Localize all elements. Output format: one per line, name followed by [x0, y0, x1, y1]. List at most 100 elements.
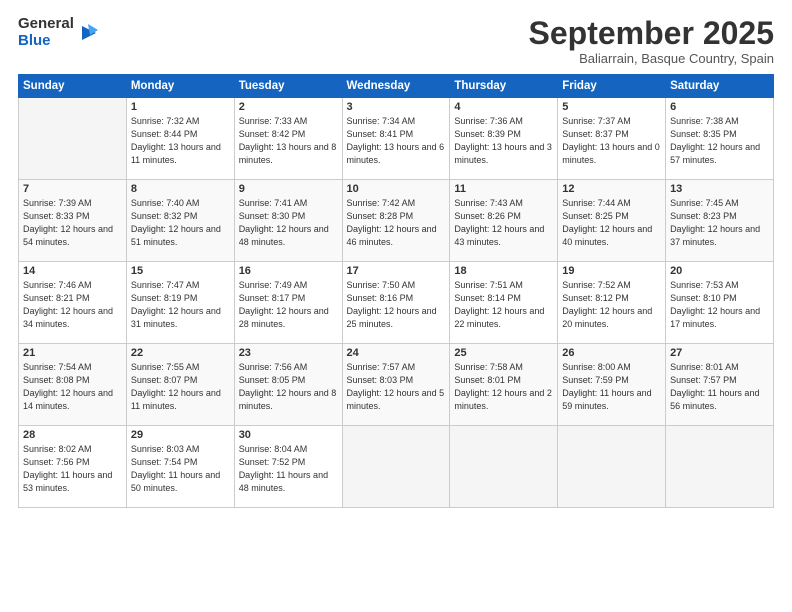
sunrise-text: Sunrise: 7:41 AM	[239, 197, 338, 210]
cell-content: Sunrise: 7:39 AM Sunset: 8:33 PM Dayligh…	[23, 197, 122, 249]
sunrise-text: Sunrise: 7:55 AM	[131, 361, 230, 374]
week-row-1: 1 Sunrise: 7:32 AM Sunset: 8:44 PM Dayli…	[19, 98, 774, 180]
table-cell: 12 Sunrise: 7:44 AM Sunset: 8:25 PM Dayl…	[558, 180, 666, 262]
daylight-text: Daylight: 12 hours and 57 minutes.	[670, 141, 769, 167]
table-cell	[450, 426, 558, 508]
day-number: 15	[131, 265, 230, 277]
day-number: 25	[454, 347, 553, 359]
sunrise-text: Sunrise: 7:57 AM	[347, 361, 446, 374]
logo-arrow-icon	[78, 22, 100, 44]
cell-content: Sunrise: 7:36 AM Sunset: 8:39 PM Dayligh…	[454, 115, 553, 167]
sunrise-text: Sunrise: 7:58 AM	[454, 361, 553, 374]
title-block: September 2025 Baliarrain, Basque Countr…	[529, 16, 774, 66]
sunrise-text: Sunrise: 8:03 AM	[131, 443, 230, 456]
day-number: 16	[239, 265, 338, 277]
day-number: 13	[670, 183, 769, 195]
sunrise-text: Sunrise: 7:33 AM	[239, 115, 338, 128]
daylight-text: Daylight: 12 hours and 37 minutes.	[670, 223, 769, 249]
sunrise-text: Sunrise: 7:56 AM	[239, 361, 338, 374]
week-row-5: 28 Sunrise: 8:02 AM Sunset: 7:56 PM Dayl…	[19, 426, 774, 508]
cell-content: Sunrise: 7:33 AM Sunset: 8:42 PM Dayligh…	[239, 115, 338, 167]
daylight-text: Daylight: 12 hours and 11 minutes.	[131, 387, 230, 413]
day-number: 4	[454, 101, 553, 113]
daylight-text: Daylight: 11 hours and 53 minutes.	[23, 469, 122, 495]
sunrise-text: Sunrise: 8:00 AM	[562, 361, 661, 374]
calendar-header: Sunday Monday Tuesday Wednesday Thursday…	[19, 75, 774, 98]
daylight-text: Daylight: 12 hours and 25 minutes.	[347, 305, 446, 331]
daylight-text: Daylight: 11 hours and 59 minutes.	[562, 387, 661, 413]
daylight-text: Daylight: 12 hours and 43 minutes.	[454, 223, 553, 249]
table-cell: 3 Sunrise: 7:34 AM Sunset: 8:41 PM Dayli…	[342, 98, 450, 180]
day-number: 22	[131, 347, 230, 359]
table-cell: 17 Sunrise: 7:50 AM Sunset: 8:16 PM Dayl…	[342, 262, 450, 344]
logo: General Blue	[18, 16, 100, 49]
daylight-text: Daylight: 12 hours and 46 minutes.	[347, 223, 446, 249]
header-tuesday: Tuesday	[234, 75, 342, 98]
day-number: 28	[23, 429, 122, 441]
cell-content: Sunrise: 7:47 AM Sunset: 8:19 PM Dayligh…	[131, 279, 230, 331]
daylight-text: Daylight: 12 hours and 14 minutes.	[23, 387, 122, 413]
sunset-text: Sunset: 8:16 PM	[347, 292, 446, 305]
sunset-text: Sunset: 8:07 PM	[131, 374, 230, 387]
sunset-text: Sunset: 8:03 PM	[347, 374, 446, 387]
day-number: 30	[239, 429, 338, 441]
cell-content: Sunrise: 7:53 AM Sunset: 8:10 PM Dayligh…	[670, 279, 769, 331]
daylight-text: Daylight: 12 hours and 8 minutes.	[239, 387, 338, 413]
week-row-3: 14 Sunrise: 7:46 AM Sunset: 8:21 PM Dayl…	[19, 262, 774, 344]
sunset-text: Sunset: 8:08 PM	[23, 374, 122, 387]
table-cell: 25 Sunrise: 7:58 AM Sunset: 8:01 PM Dayl…	[450, 344, 558, 426]
sunrise-text: Sunrise: 7:52 AM	[562, 279, 661, 292]
sunset-text: Sunset: 8:05 PM	[239, 374, 338, 387]
sunrise-text: Sunrise: 7:49 AM	[239, 279, 338, 292]
header-wednesday: Wednesday	[342, 75, 450, 98]
header-friday: Friday	[558, 75, 666, 98]
sunset-text: Sunset: 8:37 PM	[562, 128, 661, 141]
cell-content: Sunrise: 7:46 AM Sunset: 8:21 PM Dayligh…	[23, 279, 122, 331]
table-cell: 8 Sunrise: 7:40 AM Sunset: 8:32 PM Dayli…	[126, 180, 234, 262]
cell-content: Sunrise: 7:44 AM Sunset: 8:25 PM Dayligh…	[562, 197, 661, 249]
cell-content: Sunrise: 7:56 AM Sunset: 8:05 PM Dayligh…	[239, 361, 338, 413]
daylight-text: Daylight: 11 hours and 48 minutes.	[239, 469, 338, 495]
sunset-text: Sunset: 8:14 PM	[454, 292, 553, 305]
table-cell: 20 Sunrise: 7:53 AM Sunset: 8:10 PM Dayl…	[666, 262, 774, 344]
cell-content: Sunrise: 7:40 AM Sunset: 8:32 PM Dayligh…	[131, 197, 230, 249]
table-cell: 16 Sunrise: 7:49 AM Sunset: 8:17 PM Dayl…	[234, 262, 342, 344]
daylight-text: Daylight: 13 hours and 0 minutes.	[562, 141, 661, 167]
week-row-4: 21 Sunrise: 7:54 AM Sunset: 8:08 PM Dayl…	[19, 344, 774, 426]
table-cell: 5 Sunrise: 7:37 AM Sunset: 8:37 PM Dayli…	[558, 98, 666, 180]
day-number: 29	[131, 429, 230, 441]
sunset-text: Sunset: 8:41 PM	[347, 128, 446, 141]
cell-content: Sunrise: 7:41 AM Sunset: 8:30 PM Dayligh…	[239, 197, 338, 249]
cell-content: Sunrise: 7:42 AM Sunset: 8:28 PM Dayligh…	[347, 197, 446, 249]
sunrise-text: Sunrise: 7:46 AM	[23, 279, 122, 292]
sunrise-text: Sunrise: 7:44 AM	[562, 197, 661, 210]
sunrise-text: Sunrise: 7:54 AM	[23, 361, 122, 374]
sunset-text: Sunset: 8:44 PM	[131, 128, 230, 141]
sunset-text: Sunset: 8:19 PM	[131, 292, 230, 305]
day-number: 17	[347, 265, 446, 277]
day-number: 3	[347, 101, 446, 113]
cell-content: Sunrise: 7:49 AM Sunset: 8:17 PM Dayligh…	[239, 279, 338, 331]
cell-content: Sunrise: 7:34 AM Sunset: 8:41 PM Dayligh…	[347, 115, 446, 167]
location-subtitle: Baliarrain, Basque Country, Spain	[529, 51, 774, 66]
cell-content: Sunrise: 8:01 AM Sunset: 7:57 PM Dayligh…	[670, 361, 769, 413]
sunset-text: Sunset: 8:23 PM	[670, 210, 769, 223]
sunrise-text: Sunrise: 8:02 AM	[23, 443, 122, 456]
header-saturday: Saturday	[666, 75, 774, 98]
daylight-text: Daylight: 12 hours and 54 minutes.	[23, 223, 122, 249]
table-cell: 6 Sunrise: 7:38 AM Sunset: 8:35 PM Dayli…	[666, 98, 774, 180]
sunset-text: Sunset: 7:52 PM	[239, 456, 338, 469]
table-cell: 28 Sunrise: 8:02 AM Sunset: 7:56 PM Dayl…	[19, 426, 127, 508]
cell-content: Sunrise: 8:03 AM Sunset: 7:54 PM Dayligh…	[131, 443, 230, 495]
daylight-text: Daylight: 12 hours and 20 minutes.	[562, 305, 661, 331]
day-number: 9	[239, 183, 338, 195]
sunrise-text: Sunrise: 7:37 AM	[562, 115, 661, 128]
day-number: 10	[347, 183, 446, 195]
sunrise-text: Sunrise: 7:47 AM	[131, 279, 230, 292]
cell-content: Sunrise: 7:55 AM Sunset: 8:07 PM Dayligh…	[131, 361, 230, 413]
daylight-text: Daylight: 12 hours and 22 minutes.	[454, 305, 553, 331]
table-cell: 21 Sunrise: 7:54 AM Sunset: 8:08 PM Dayl…	[19, 344, 127, 426]
day-number: 1	[131, 101, 230, 113]
cell-content: Sunrise: 8:02 AM Sunset: 7:56 PM Dayligh…	[23, 443, 122, 495]
daylight-text: Daylight: 12 hours and 2 minutes.	[454, 387, 553, 413]
